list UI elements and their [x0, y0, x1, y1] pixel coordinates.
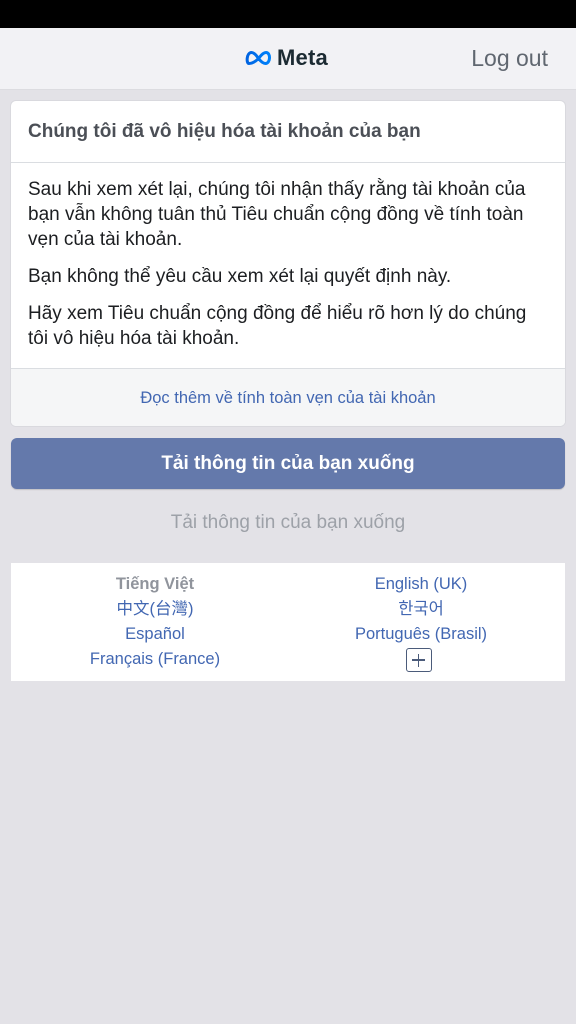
language-option-chinese-tw[interactable]: 中文(台灣)	[25, 597, 285, 622]
plus-box-icon[interactable]	[406, 648, 432, 672]
status-bar	[0, 0, 576, 28]
language-option-korean[interactable]: 한국어	[291, 597, 551, 622]
meta-infinity-icon	[245, 51, 271, 65]
card-body: Sau khi xem xét lại, chúng tôi nhận thấy…	[11, 163, 565, 369]
explanation-paragraph: Sau khi xem xét lại, chúng tôi nhận thấy…	[28, 179, 526, 250]
language-option-portuguese-br[interactable]: Português (Brasil)	[291, 622, 551, 647]
download-info-link[interactable]: Tải thông tin của bạn xuống	[0, 512, 576, 534]
review-notice-paragraph: Bạn không thể yêu cầu xem xét lại quyết …	[28, 266, 452, 287]
language-option-french[interactable]: Français (France)	[25, 647, 285, 672]
community-standards-paragraph: Hãy xem Tiêu chuẩn cộng đồng để hiểu rõ …	[28, 303, 527, 349]
language-selector: Tiếng Việt 中文(台灣) Español Français (Fran…	[11, 563, 565, 681]
language-option-english-uk[interactable]: English (UK)	[291, 572, 551, 597]
card-title: Chúng tôi đã vô hiệu hóa tài khoản của b…	[11, 101, 565, 163]
download-info-button[interactable]: Tải thông tin của bạn xuống	[11, 438, 565, 489]
language-option-spanish[interactable]: Español	[25, 622, 285, 647]
header: Meta Log out	[0, 28, 576, 90]
brand-name: Meta	[277, 45, 328, 70]
language-current: Tiếng Việt	[115, 575, 195, 593]
logout-button[interactable]: Log out	[471, 45, 548, 72]
disabled-account-card: Chúng tôi đã vô hiệu hóa tài khoản của b…	[11, 101, 565, 426]
read-more-link[interactable]: Đọc thêm về tính toàn vẹn của tài khoản	[11, 368, 565, 426]
meta-logo: Meta	[245, 45, 328, 71]
